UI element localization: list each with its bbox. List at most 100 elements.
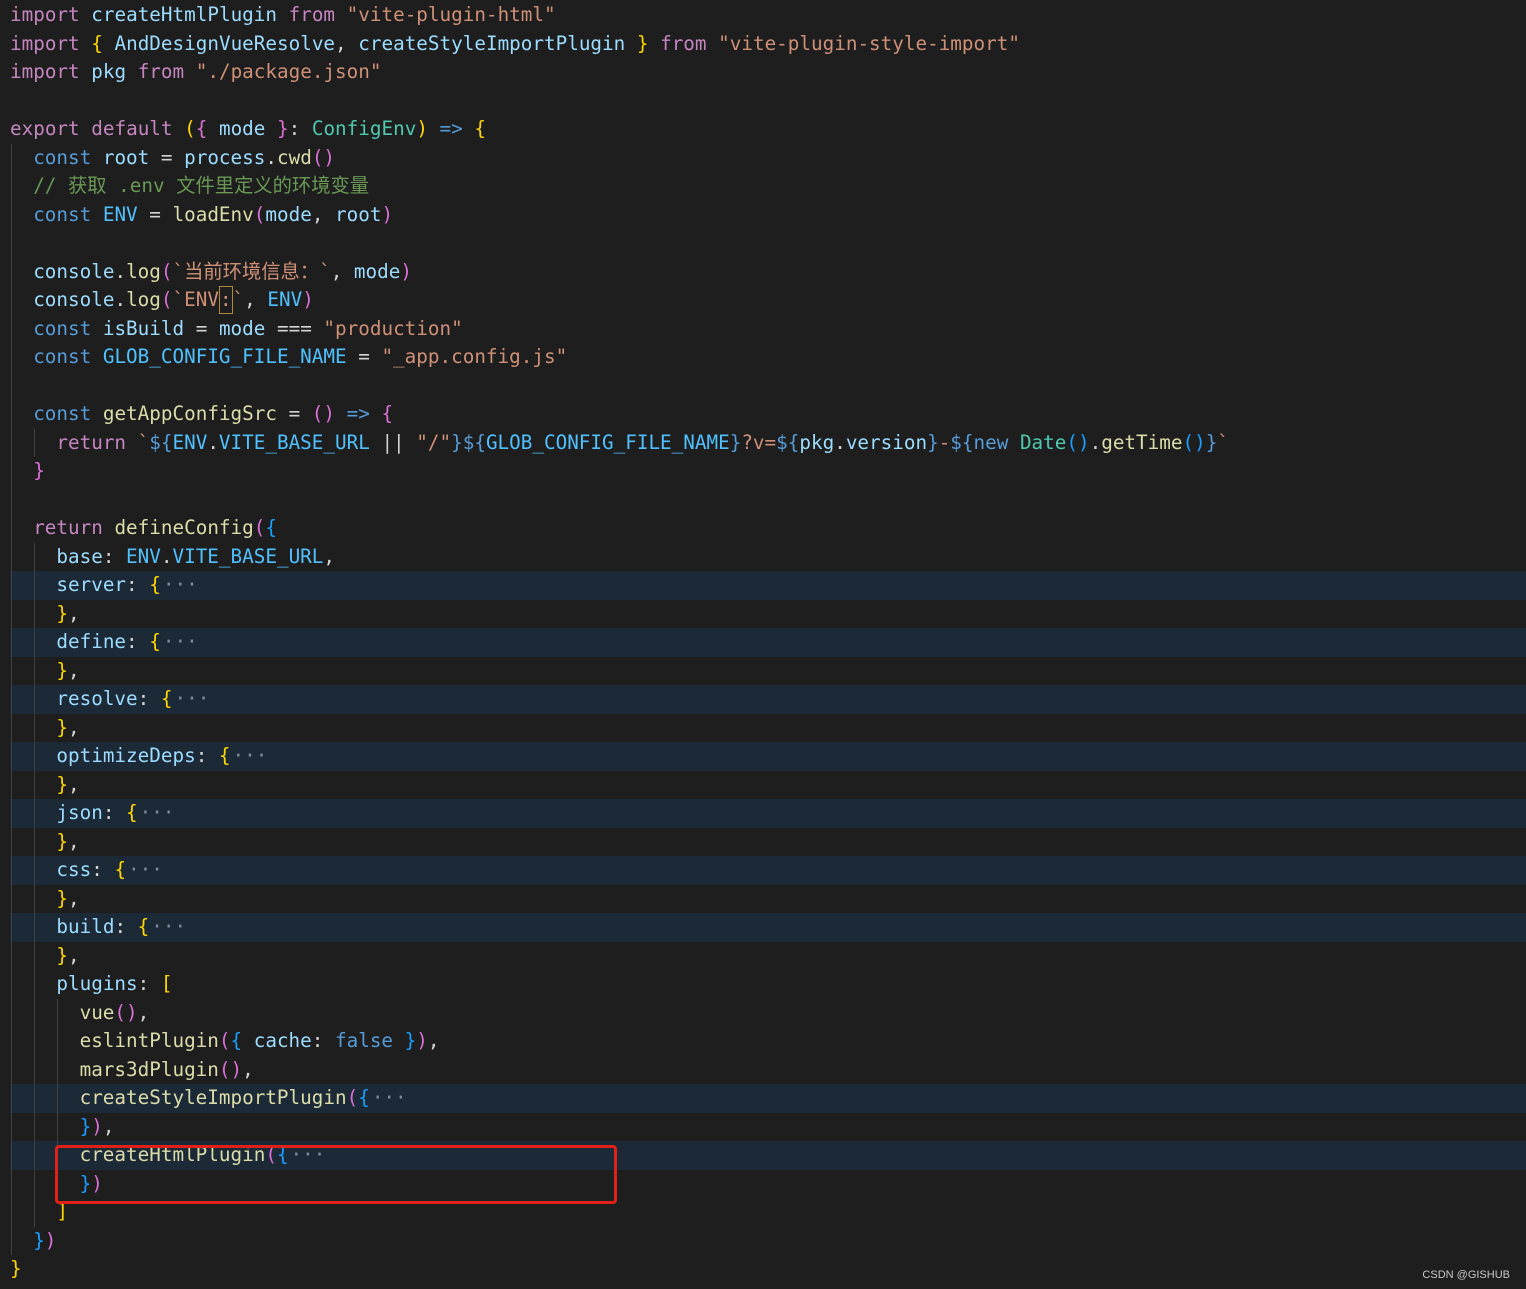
fold-ellipsis-icon[interactable]: ··· [140,801,175,824]
fold-ellipsis-icon[interactable]: ··· [163,630,198,653]
code-line[interactable]: const ENV = loadEnv(mode, root) [0,201,1526,230]
code-line[interactable] [0,87,1526,116]
code-line-folded[interactable]: resolve: {··· [0,685,1526,714]
code-token: , [68,829,80,853]
code-line[interactable]: }, [0,714,1526,743]
code-token: { [358,1086,370,1109]
code-line[interactable]: }) [0,1227,1526,1256]
code-line[interactable]: }, [0,657,1526,686]
code-line[interactable]: import { AndDesignVueResolve, createStyl… [0,30,1526,59]
code-line[interactable]: } [0,457,1526,486]
code-token: "./package.json" [195,60,382,83]
code-token: defineConfig [114,516,254,539]
code-token: . [160,544,173,568]
code-token: return [33,516,103,539]
code-line-folded[interactable]: optimizeDeps: {··· [0,742,1526,771]
code-line[interactable]: }, [0,885,1526,914]
code-line[interactable]: } [0,1255,1526,1284]
code-token: , [330,259,354,283]
code-token: }${ [451,430,486,454]
code-token: , [242,1057,254,1081]
code-line[interactable]: return defineConfig({ [0,514,1526,543]
fold-ellipsis-icon[interactable]: ··· [233,744,268,767]
code-line-folded[interactable]: css: {··· [0,856,1526,885]
code-token: ( [160,288,173,311]
code-line-text: css: {··· [56,856,162,885]
code-token: ) [416,1029,428,1052]
code-line[interactable]: }, [0,828,1526,857]
code-line[interactable]: const isBuild = mode === "production" [0,315,1526,344]
fold-ellipsis-icon[interactable]: ··· [128,858,163,881]
code-line[interactable]: console.log(`ENV:`, ENV) [0,285,1526,315]
code-line[interactable]: console.log(`当前环境信息：`, mode) [0,258,1526,287]
code-editor[interactable]: import createHtmlPlugin from "vite-plugi… [0,0,1526,1289]
cursor-selection: : [218,285,233,314]
code-token: { [160,687,173,710]
code-line[interactable]: // 获取 .env 文件里定义的环境变量 [0,172,1526,201]
code-token: loadEnv [172,202,254,226]
code-line-folded[interactable]: define: {··· [0,628,1526,657]
code-token: , [335,31,359,55]
code-line-folded[interactable]: createStyleImportPlugin({··· [0,1084,1526,1113]
code-line-text: const root = process.cwd() [33,144,335,173]
code-token: cwd [276,145,312,169]
code-line[interactable]: const GLOB_CONFIG_FILE_NAME = "_app.conf… [0,343,1526,372]
code-line[interactable]: }, [0,600,1526,629]
code-token: , [68,601,80,625]
fold-ellipsis-icon[interactable]: ··· [151,915,186,938]
code-line[interactable]: plugins: [ [0,970,1526,999]
code-line[interactable] [0,229,1526,258]
code-token: const [33,202,92,226]
code-line-text: const GLOB_CONFIG_FILE_NAME = "_app.conf… [33,343,567,372]
code-token: version [845,430,928,454]
code-token: ) [400,259,412,283]
code-line[interactable]: return `${ENV.VITE_BASE_URL || "/"}${GLO… [0,429,1526,458]
code-line-text: return `${ENV.VITE_BASE_URL || "/"}${GLO… [56,429,1229,458]
code-token: const [33,316,92,340]
code-token: } [33,1228,45,1252]
code-line[interactable]: const getAppConfigSrc = () => { [0,400,1526,429]
code-token: console [33,259,115,283]
code-line[interactable]: mars3dPlugin(), [0,1056,1526,1085]
code-line[interactable]: import pkg from "./package.json" [0,58,1526,87]
code-token: ( [346,1086,359,1109]
code-line-text: vue(), [80,999,150,1028]
code-line-folded[interactable]: server: {··· [0,571,1526,600]
code-line[interactable]: eslintPlugin({ cache: false }), [0,1027,1526,1056]
fold-ellipsis-icon[interactable]: ··· [174,687,209,710]
code-token: = [346,345,382,368]
code-line-text: }) [33,1227,56,1256]
code-line-folded[interactable]: json: {··· [0,799,1526,828]
code-line[interactable]: }, [0,771,1526,800]
fold-ellipsis-icon[interactable]: ··· [372,1086,407,1109]
code-token: : [126,573,150,596]
code-token: () [114,1000,138,1024]
code-line[interactable]: }), [0,1113,1526,1142]
code-line-folded[interactable]: build: {··· [0,913,1526,942]
code-line[interactable] [0,486,1526,515]
code-line[interactable]: export default ({ mode }: ConfigEnv) => … [0,115,1526,144]
code-line[interactable]: }, [0,942,1526,971]
code-line[interactable]: import createHtmlPlugin from "vite-plugi… [0,1,1526,30]
code-token: false [335,1029,394,1052]
code-token: } [56,829,68,853]
code-line[interactable]: const root = process.cwd() [0,144,1526,173]
code-line[interactable]: base: ENV.VITE_BASE_URL, [0,543,1526,572]
code-token: const [33,145,92,169]
code-line-text: }, [56,657,79,686]
code-token: getAppConfigSrc [102,402,277,425]
code-token: from [288,3,336,26]
code-token: new [973,430,1009,454]
code-line[interactable]: vue(), [0,999,1526,1028]
code-line[interactable] [0,372,1526,401]
fold-ellipsis-icon[interactable]: ··· [163,573,198,596]
